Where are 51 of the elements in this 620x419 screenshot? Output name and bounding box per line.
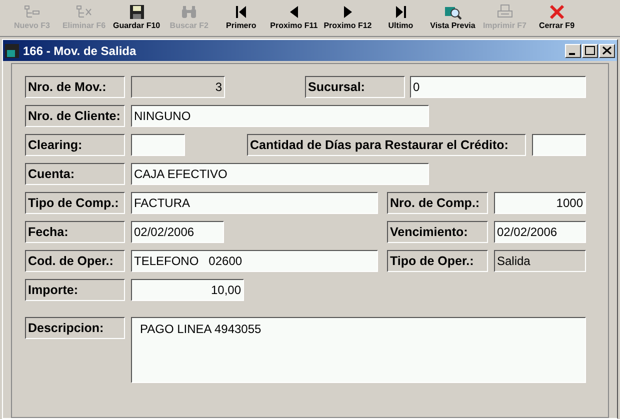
maximize-icon xyxy=(585,46,595,55)
toolbar-button[interactable]: Vista Previa xyxy=(426,0,479,36)
field-label: Sucursal: xyxy=(305,76,405,98)
maximize-button[interactable] xyxy=(582,44,598,58)
field-label: Tipo de Oper.: xyxy=(387,250,488,272)
input-field[interactable]: NINGUNO xyxy=(131,105,429,127)
toolbar-button[interactable]: Primero xyxy=(215,0,268,36)
binoculars-icon xyxy=(180,4,198,20)
input-field[interactable]: 02/02/2006 xyxy=(494,221,586,243)
field-label: Clearing: xyxy=(25,134,125,156)
input-field[interactable]: 10,00 xyxy=(131,279,244,301)
field-label: Descripcion: xyxy=(25,317,125,339)
input-field[interactable]: CAJA EFECTIVO xyxy=(131,163,429,185)
field-label: Nro. de Comp.: xyxy=(387,192,488,214)
input-field[interactable]: TELEFONO 02600 xyxy=(131,250,378,272)
field-label: Nro. de Mov.: xyxy=(25,76,125,98)
minimize-button[interactable] xyxy=(565,44,581,58)
input-field[interactable]: Salida xyxy=(494,250,586,272)
toolbar-button[interactable]: Guardar F10 xyxy=(110,0,164,36)
toolbar-button[interactable]: Ultimo xyxy=(374,0,427,36)
toolbar-button[interactable]: Cerrar F9 xyxy=(530,0,583,36)
magnifier-icon xyxy=(444,4,462,20)
field-label: Cuenta: xyxy=(25,163,125,185)
printer-icon xyxy=(496,4,514,20)
field-label: Cod. de Oper.: xyxy=(25,250,125,272)
list-icon xyxy=(23,4,41,20)
field-label: Importe: xyxy=(25,279,125,301)
close-button[interactable] xyxy=(599,44,615,58)
minimize-icon xyxy=(568,52,574,54)
toolbar-button[interactable]: Proximo F11 xyxy=(267,0,321,36)
window-title: 166 - Mov. de Salida xyxy=(23,42,136,60)
field-label: Fecha: xyxy=(25,221,125,243)
window-icon xyxy=(5,44,19,58)
text-area[interactable]: PAGO LINEA 4943055 xyxy=(131,317,586,383)
list-delete-icon xyxy=(75,4,93,20)
field-label: Cantidad de Días para Restaurar el Crédito: xyxy=(247,134,526,156)
input-field[interactable] xyxy=(532,134,586,156)
field-label: Tipo de Comp.: xyxy=(25,192,125,214)
close-icon xyxy=(602,46,612,55)
input-field[interactable]: 1000 xyxy=(494,192,586,214)
field-label: Nro. de Cliente: xyxy=(25,105,125,127)
input-field[interactable]: 3 xyxy=(131,76,225,98)
input-field[interactable]: 02/02/2006 xyxy=(131,221,224,243)
toolbar-button[interactable]: Proximo F12 xyxy=(320,0,375,36)
input-field[interactable]: FACTURA xyxy=(131,192,378,214)
triangle-right-icon xyxy=(344,6,352,18)
triangle-left-icon xyxy=(290,6,298,18)
close-icon xyxy=(548,4,566,20)
field-label: Vencimiento: xyxy=(387,221,488,243)
input-field[interactable]: 0 xyxy=(410,76,586,98)
input-field[interactable] xyxy=(131,134,185,156)
